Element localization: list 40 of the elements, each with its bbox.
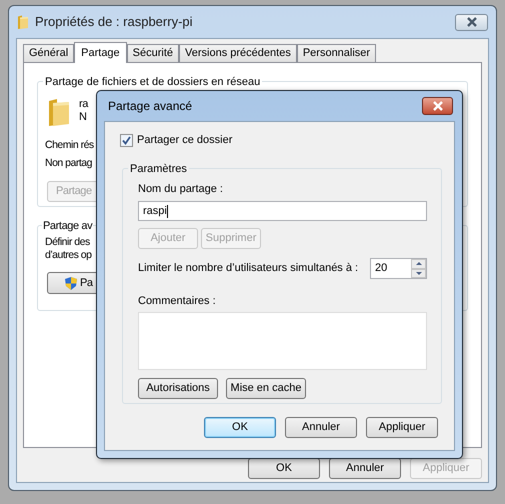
checkbox[interactable] — [120, 134, 133, 147]
folder-icon — [17, 14, 29, 30]
description-line: Définir des — [45, 236, 90, 249]
folder-icon — [47, 96, 71, 128]
description-line: d’autres op — [45, 249, 92, 262]
field-label: Commentaires : — [138, 294, 217, 309]
close-icon — [432, 101, 444, 111]
folder-name: ra — [79, 98, 88, 111]
text-cursor — [166, 204, 168, 218]
spin-up-icon[interactable] — [411, 259, 426, 268]
field-label: Nom du partage : — [138, 182, 224, 196]
share-state: Non partag — [45, 156, 92, 171]
group-title: Partage de fichiers et de dossiers en réseau — [43, 74, 262, 90]
settings-button[interactable]: Autorisations — [138, 378, 218, 398]
comments-field[interactable] — [138, 312, 427, 370]
tab[interactable]: Versions précédentes — [179, 44, 297, 62]
close-icon — [466, 17, 478, 27]
group-title: Partage av — [42, 218, 94, 234]
tab[interactable]: Sécurité — [126, 44, 180, 62]
dialog-button[interactable]: Annuler — [285, 416, 357, 438]
folder-status: N — [79, 111, 87, 124]
settings-button[interactable]: Mise en cache — [226, 378, 306, 398]
dialog-title: Partage avancé — [108, 98, 194, 115]
close-button[interactable] — [455, 14, 488, 30]
share-name-field[interactable]: raspi — [138, 201, 427, 221]
tab[interactable]: Partage — [74, 42, 127, 63]
limit-label: Limiter le nombre d’utilisateurs simultanés à : — [138, 261, 358, 276]
path-label: Chemin rés — [45, 138, 94, 153]
dialog-button[interactable]: OK — [248, 458, 320, 479]
tab[interactable]: Personnaliser — [296, 44, 376, 62]
close-button[interactable] — [422, 97, 453, 115]
check-icon — [122, 136, 131, 145]
user-limit-spinner[interactable]: 20 — [370, 258, 427, 279]
dialog-button[interactable]: Annuler — [329, 458, 401, 479]
checkbox-label: Partager ce dossier — [137, 133, 232, 148]
tab[interactable]: Général — [23, 44, 74, 62]
dialog-button[interactable]: Appliquer — [366, 416, 438, 438]
window-title: Propriétés de : raspberry-pi — [35, 13, 194, 32]
shield-icon — [64, 276, 78, 290]
dialog-button[interactable]: OK — [204, 416, 276, 438]
